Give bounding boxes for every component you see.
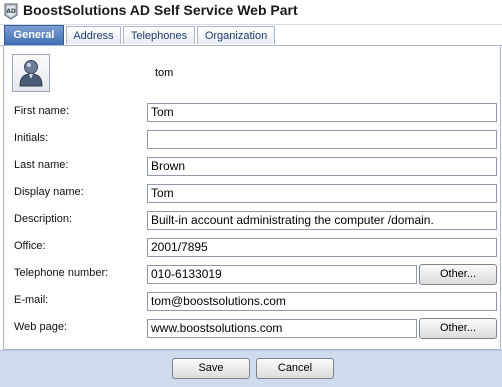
email-field[interactable]: tom@boostsolutions.com	[147, 292, 497, 311]
office-label: Office:	[14, 240, 46, 252]
display-name-label: Display name:	[14, 186, 84, 198]
tab-bar: General Address Telephones Organization	[0, 25, 502, 46]
last-name-field[interactable]: Brown	[147, 157, 497, 176]
description-label: Description:	[14, 213, 73, 225]
tab-general[interactable]: General	[4, 25, 64, 45]
display-name-field[interactable]: Tom	[147, 184, 497, 203]
user-avatar	[12, 54, 50, 92]
initials-label: Initials:	[14, 132, 49, 144]
svg-text:AD: AD	[6, 8, 16, 15]
cancel-button[interactable]: Cancel	[256, 358, 334, 379]
web-page-other-button[interactable]: Other...	[419, 318, 497, 339]
tab-telephones[interactable]: Telephones	[123, 26, 195, 44]
last-name-label: Last name:	[14, 159, 69, 171]
office-field[interactable]: 2001/7895	[147, 238, 497, 257]
user-name: tom	[155, 67, 174, 79]
user-silhouette-icon	[19, 60, 43, 87]
telephone-other-button[interactable]: Other...	[419, 264, 497, 285]
first-name-field[interactable]: Tom	[147, 103, 497, 122]
telephone-label: Telephone number:	[14, 267, 109, 279]
tab-organization[interactable]: Organization	[197, 26, 275, 44]
web-page-label: Web page:	[14, 321, 68, 333]
title-bar: AD BoostSolutions AD Self Service Web Pa…	[0, 0, 502, 25]
description-field[interactable]: Built-in account administrating the comp…	[147, 211, 497, 230]
web-page-field[interactable]: www.boostsolutions.com	[147, 319, 417, 338]
first-name-label: First name:	[14, 105, 70, 117]
tab-address[interactable]: Address	[66, 26, 121, 44]
initials-field[interactable]	[147, 130, 497, 149]
save-button[interactable]: Save	[172, 358, 250, 379]
app-title: BoostSolutions AD Self Service Web Part	[23, 2, 298, 18]
telephone-field[interactable]: 010-6133019	[147, 265, 417, 284]
app-logo-icon: AD	[3, 3, 19, 20]
dialog-footer: Save Cancel	[0, 350, 502, 387]
email-label: E-mail:	[14, 294, 49, 306]
